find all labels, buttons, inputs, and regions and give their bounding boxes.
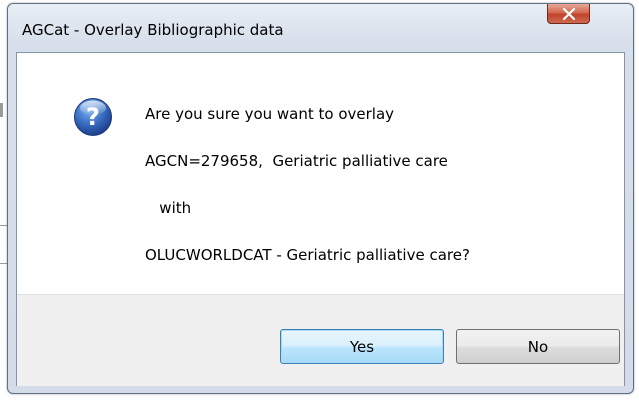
title-bar[interactable]: AGCat - Overlay Bibliographic data bbox=[8, 4, 633, 52]
message-area: ? Are you sure you want to overlay AGCN=… bbox=[17, 53, 624, 294]
button-bar: Yes No bbox=[17, 294, 624, 386]
background-divider bbox=[0, 263, 7, 264]
svg-text:?: ? bbox=[86, 103, 100, 131]
message-line-3: with bbox=[145, 199, 192, 217]
no-button[interactable]: No bbox=[456, 329, 620, 364]
message-line-4: OLUCWORLDCAT - Geriatric palliative care… bbox=[145, 246, 470, 264]
background-divider bbox=[0, 225, 7, 226]
yes-button[interactable]: Yes bbox=[280, 329, 444, 364]
background-fragment bbox=[0, 103, 3, 117]
dialog-title: AGCat - Overlay Bibliographic data bbox=[22, 21, 284, 39]
message-line-2: AGCN=279658, Geriatric palliative care bbox=[145, 152, 448, 170]
close-button[interactable] bbox=[547, 4, 590, 24]
close-icon bbox=[562, 7, 575, 20]
dialog-body: ? Are you sure you want to overlay AGCN=… bbox=[16, 52, 625, 386]
message-line-1: Are you sure you want to overlay bbox=[145, 105, 395, 123]
question-icon: ? bbox=[74, 98, 112, 136]
dialog-window: AGCat - Overlay Bibliographic data ? Are… bbox=[7, 3, 634, 394]
